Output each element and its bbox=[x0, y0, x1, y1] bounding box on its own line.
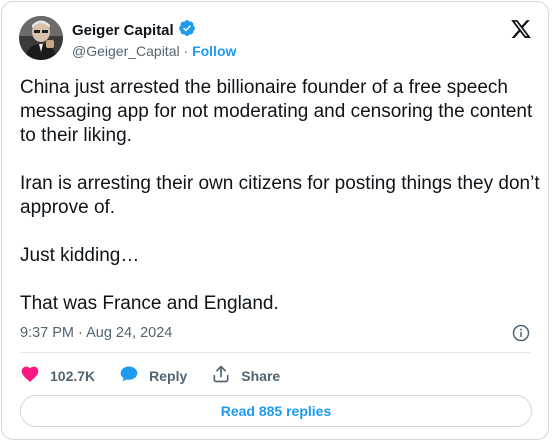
author-handle[interactable]: @Geiger_Capital bbox=[72, 43, 180, 59]
x-logo-icon[interactable] bbox=[510, 18, 532, 40]
tweet-paragraph: Iran is arresting their own citizens for… bbox=[20, 173, 540, 218]
reply-label: Reply bbox=[149, 367, 188, 384]
tweet-text: China just arrested the billionaire foun… bbox=[20, 76, 540, 316]
tweet-paragraph: China just arrested the billionaire foun… bbox=[20, 77, 533, 146]
like-count: 102.7K bbox=[50, 367, 96, 384]
handle-row: @Geiger_Capital · Follow bbox=[72, 43, 236, 59]
share-icon bbox=[211, 364, 231, 387]
tweet-paragraph: Just kidding… bbox=[20, 245, 140, 266]
share-button[interactable]: Share bbox=[211, 364, 280, 387]
share-label: Share bbox=[241, 367, 281, 384]
follow-button[interactable]: Follow bbox=[192, 43, 236, 59]
divider bbox=[20, 352, 530, 353]
tweet-timestamp[interactable]: 9:37 PM · Aug 24, 2024 bbox=[20, 325, 172, 341]
read-replies-button[interactable]: Read 885 replies bbox=[20, 395, 532, 427]
heart-icon bbox=[20, 364, 40, 387]
tweet-card: Geiger Capital @Geiger_Capital · Follow … bbox=[1, 1, 549, 440]
reply-button[interactable]: Reply bbox=[119, 364, 187, 387]
tweet-paragraph: That was France and England. bbox=[20, 293, 279, 314]
action-bar: 102.7K Reply Share bbox=[20, 364, 304, 387]
handle-separator: · bbox=[183, 43, 189, 59]
verified-badge-icon bbox=[178, 19, 196, 41]
reply-bubble-icon bbox=[119, 364, 139, 387]
like-button[interactable]: 102.7K bbox=[20, 364, 95, 387]
info-icon[interactable] bbox=[512, 324, 530, 342]
author-name-row: Geiger Capital bbox=[72, 19, 196, 41]
author-name[interactable]: Geiger Capital bbox=[72, 22, 174, 39]
avatar[interactable] bbox=[19, 16, 63, 60]
